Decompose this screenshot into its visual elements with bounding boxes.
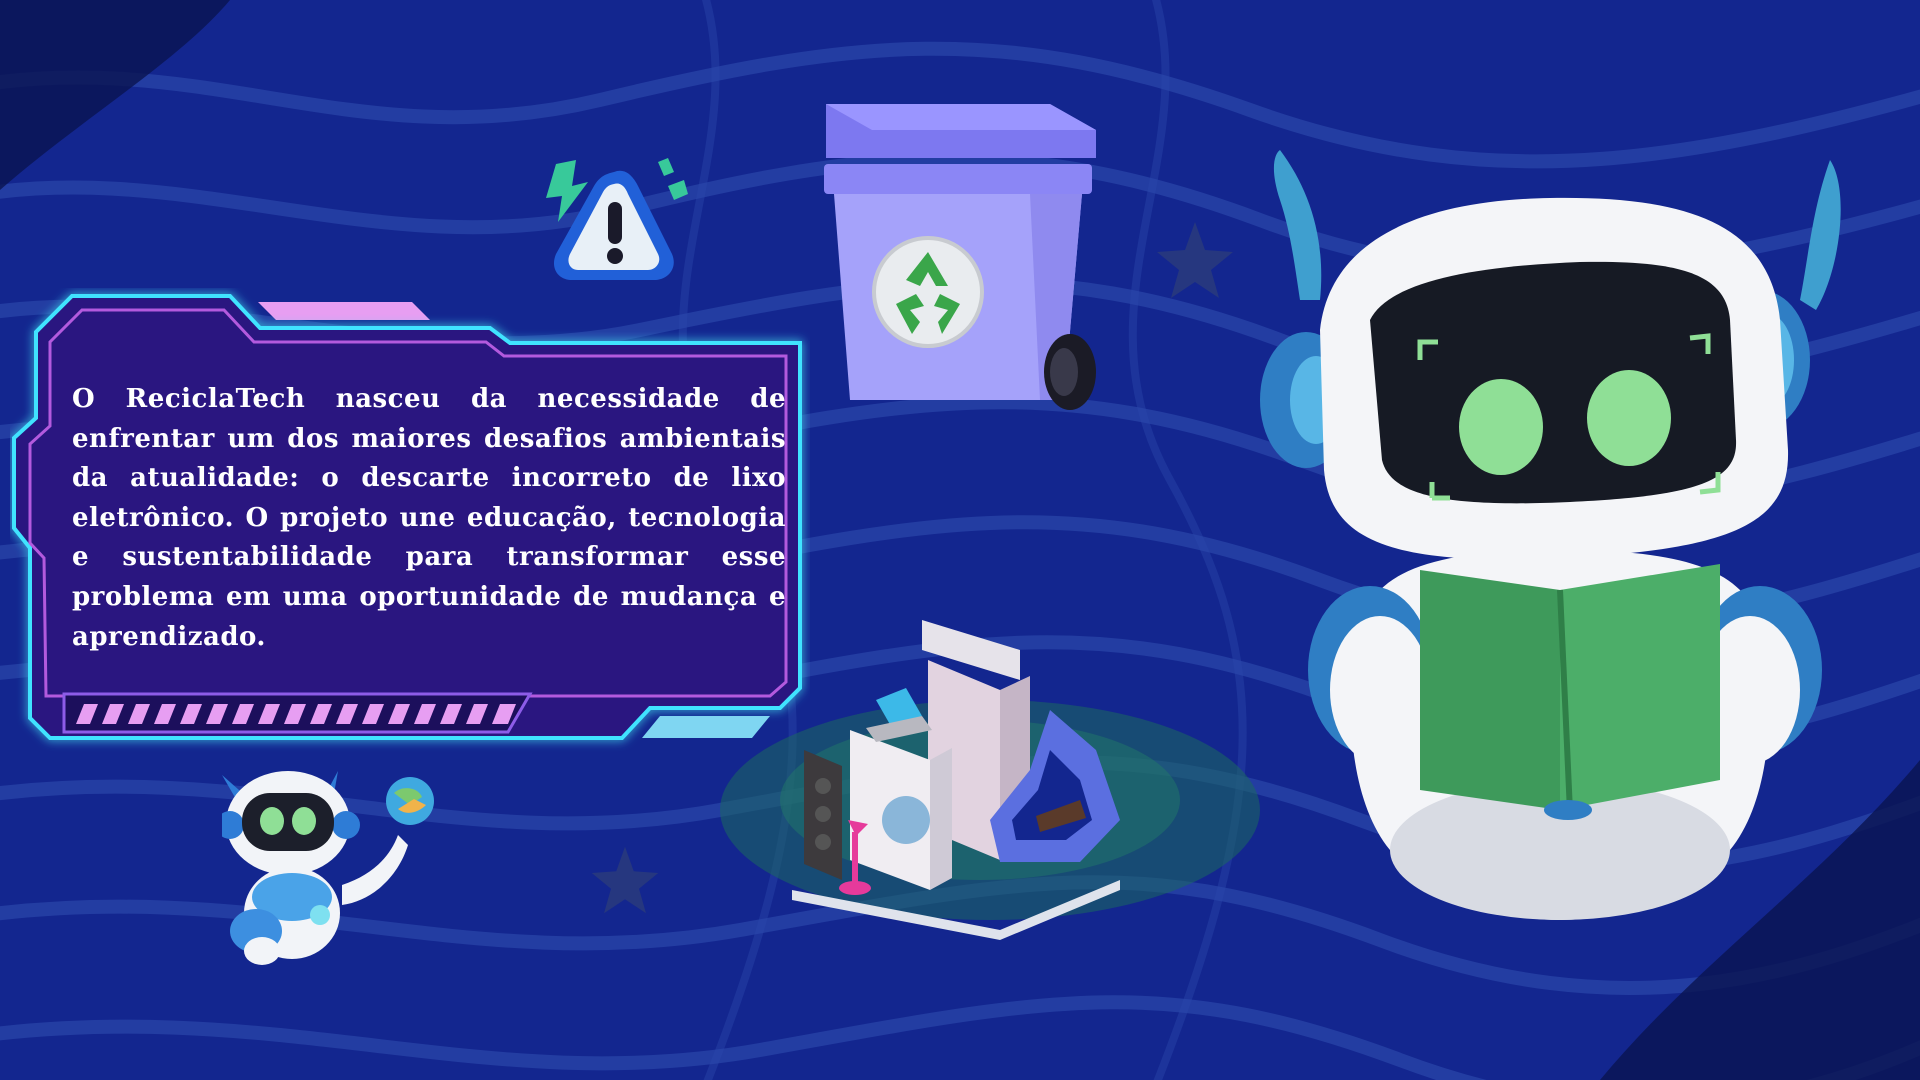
panel-description: O ReciclaTech nasceu da necessidade de e… [72,384,786,652]
e-waste-cluster [720,620,1260,940]
info-panel: O ReciclaTech nasceu da necessidade de e… [10,288,810,758]
star-icon [591,846,659,914]
stripe-bar-stripes [76,704,516,724]
warning-icon [546,158,688,280]
star-icon [1157,222,1233,298]
small-robot [222,771,434,965]
recycle-bin [824,104,1096,410]
pink-tab [258,302,430,320]
large-robot [1260,150,1841,920]
